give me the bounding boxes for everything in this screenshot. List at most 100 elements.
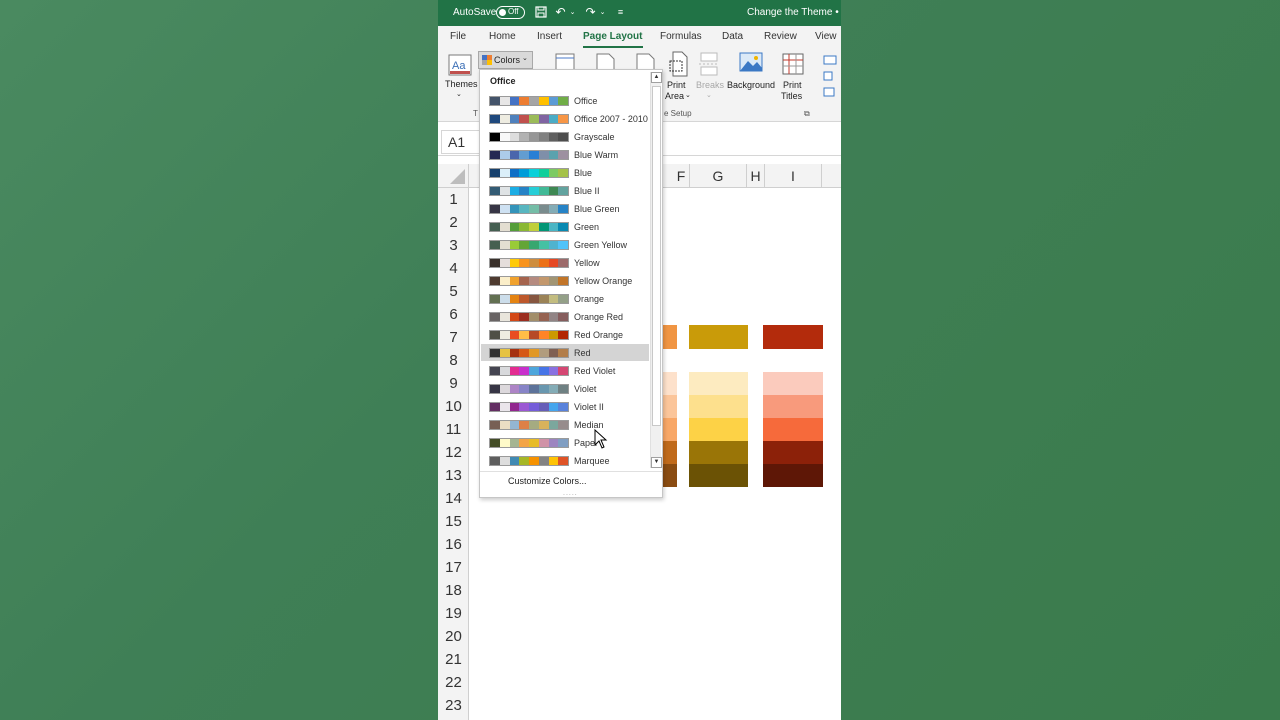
scroll-up-icon[interactable]: ▲ (651, 72, 662, 83)
customize-colors-button[interactable]: Customize Colors... (508, 476, 587, 486)
row-header-18[interactable]: 18 (438, 579, 469, 602)
row-header-13[interactable]: 13 (438, 464, 469, 487)
row-header-15[interactable]: 15 (438, 510, 469, 533)
theme-option[interactable]: Blue II (481, 182, 649, 199)
tab-page-layout[interactable]: Page Layout (583, 31, 642, 42)
themes-icon[interactable]: Aa (448, 54, 472, 81)
column-header-f[interactable]: F (673, 164, 690, 188)
palette-color (499, 349, 510, 357)
palette-color (548, 277, 559, 285)
row-header-17[interactable]: 17 (438, 556, 469, 579)
tab-view[interactable]: View (815, 31, 837, 42)
background-icon[interactable] (739, 52, 763, 79)
redo-dropdown-icon[interactable]: ⌄ (596, 6, 609, 19)
tab-insert[interactable]: Insert (537, 31, 562, 42)
theme-option[interactable]: Grayscale (481, 128, 649, 145)
theme-option[interactable]: Blue (481, 164, 649, 181)
tab-review[interactable]: Review (764, 31, 797, 42)
theme-option[interactable]: Orange Red (481, 308, 649, 325)
tab-data[interactable]: Data (722, 31, 743, 42)
row-header-5[interactable]: 5 (438, 280, 469, 303)
swatch-g10 (689, 395, 748, 418)
column-header-i[interactable]: I (765, 164, 822, 188)
page-setup-launcher-icon[interactable]: ⧉ (804, 109, 810, 119)
scroll-down-icon[interactable]: ▼ (651, 457, 662, 468)
palette-color (529, 97, 539, 105)
row-header-8[interactable]: 8 (438, 349, 469, 372)
row-header-21[interactable]: 21 (438, 648, 469, 671)
theme-option[interactable]: Green (481, 218, 649, 235)
theme-option[interactable]: Violet II (481, 398, 649, 415)
theme-option[interactable]: Paper (481, 434, 649, 451)
palette-color (509, 277, 520, 285)
row-header-4[interactable]: 4 (438, 257, 469, 280)
row-header-9[interactable]: 9 (438, 372, 469, 395)
row-header-14[interactable]: 14 (438, 487, 469, 510)
row-header-2[interactable]: 2 (438, 211, 469, 234)
theme-option[interactable]: Blue Green (481, 200, 649, 217)
row-header-10[interactable]: 10 (438, 395, 469, 418)
palette-color (538, 331, 549, 339)
palette-color (499, 457, 510, 465)
themes-dropdown-icon[interactable]: ⌄ (456, 89, 462, 101)
customize-qat-icon[interactable]: ≡ (614, 6, 627, 19)
undo-dropdown-icon[interactable]: ⌄ (566, 6, 579, 19)
theme-option[interactable]: Yellow Orange (481, 272, 649, 289)
palette-color (529, 331, 539, 339)
title-bar: AutoSave Off ↶ ⌄ ↷ ⌄ ≡ Change the Theme … (438, 0, 841, 26)
swatch-g9 (689, 372, 748, 395)
row-header-12[interactable]: 12 (438, 441, 469, 464)
palette-color (499, 259, 510, 267)
row-header-23[interactable]: 23 (438, 694, 469, 717)
row-header-3[interactable]: 3 (438, 234, 469, 257)
tab-file[interactable]: File (450, 31, 466, 42)
scale-icon[interactable] (823, 84, 837, 102)
theme-option[interactable]: Green Yellow (481, 236, 649, 253)
print-titles-label-2[interactable]: Titles (781, 90, 802, 102)
tab-formulas[interactable]: Formulas (660, 31, 702, 42)
theme-option[interactable]: Yellow (481, 254, 649, 271)
row-header-11[interactable]: 11 (438, 418, 469, 441)
palette-color (529, 385, 539, 393)
column-header-h[interactable]: H (747, 164, 765, 188)
print-titles-icon[interactable] (781, 52, 805, 81)
row-header-6[interactable]: 6 (438, 303, 469, 326)
swatch-i9 (763, 372, 823, 395)
palette-color (490, 403, 500, 411)
autosave-toggle[interactable]: Off (496, 6, 525, 19)
theme-name: Blue Green (574, 204, 620, 214)
theme-option[interactable]: Red Violet (481, 362, 649, 379)
print-area-icon[interactable] (668, 51, 690, 82)
row-header-7[interactable]: 7 (438, 326, 469, 349)
palette-color (529, 421, 539, 429)
print-area-dropdown-icon[interactable]: ⌄ (685, 90, 691, 102)
theme-option[interactable]: Office (481, 92, 649, 109)
save-icon[interactable] (534, 6, 547, 19)
print-area-label-2[interactable]: Area (665, 90, 684, 102)
resize-grip-icon[interactable]: ..... (563, 490, 578, 497)
row-header-19[interactable]: 19 (438, 602, 469, 625)
select-all-corner[interactable] (438, 164, 469, 188)
row-header-22[interactable]: 22 (438, 671, 469, 694)
tab-home[interactable]: Home (489, 31, 516, 42)
background-label[interactable]: Background (727, 79, 775, 91)
row-header-20[interactable]: 20 (438, 625, 469, 648)
column-header-g[interactable]: G (690, 164, 747, 188)
theme-option[interactable]: Office 2007 - 2010 (481, 110, 649, 127)
theme-option[interactable]: Orange (481, 290, 649, 307)
theme-option[interactable]: Red (481, 344, 649, 361)
row-header-1[interactable]: 1 (438, 188, 469, 211)
swatch-i13 (763, 464, 823, 487)
palette-color (548, 439, 559, 447)
theme-option[interactable]: Marquee (481, 452, 649, 469)
theme-option[interactable]: Violet (481, 380, 649, 397)
name-box[interactable]: A1 (441, 130, 481, 154)
theme-option[interactable]: Red Orange (481, 326, 649, 343)
dropdown-scrollbar[interactable]: ▲ ▼ (650, 72, 662, 468)
row-header-16[interactable]: 16 (438, 533, 469, 556)
palette-color (558, 205, 568, 213)
theme-option[interactable]: Median (481, 416, 649, 433)
theme-option[interactable]: Blue Warm (481, 146, 649, 163)
scroll-thumb[interactable] (652, 86, 661, 426)
colors-button[interactable]: Colors ⌄ (478, 51, 533, 69)
